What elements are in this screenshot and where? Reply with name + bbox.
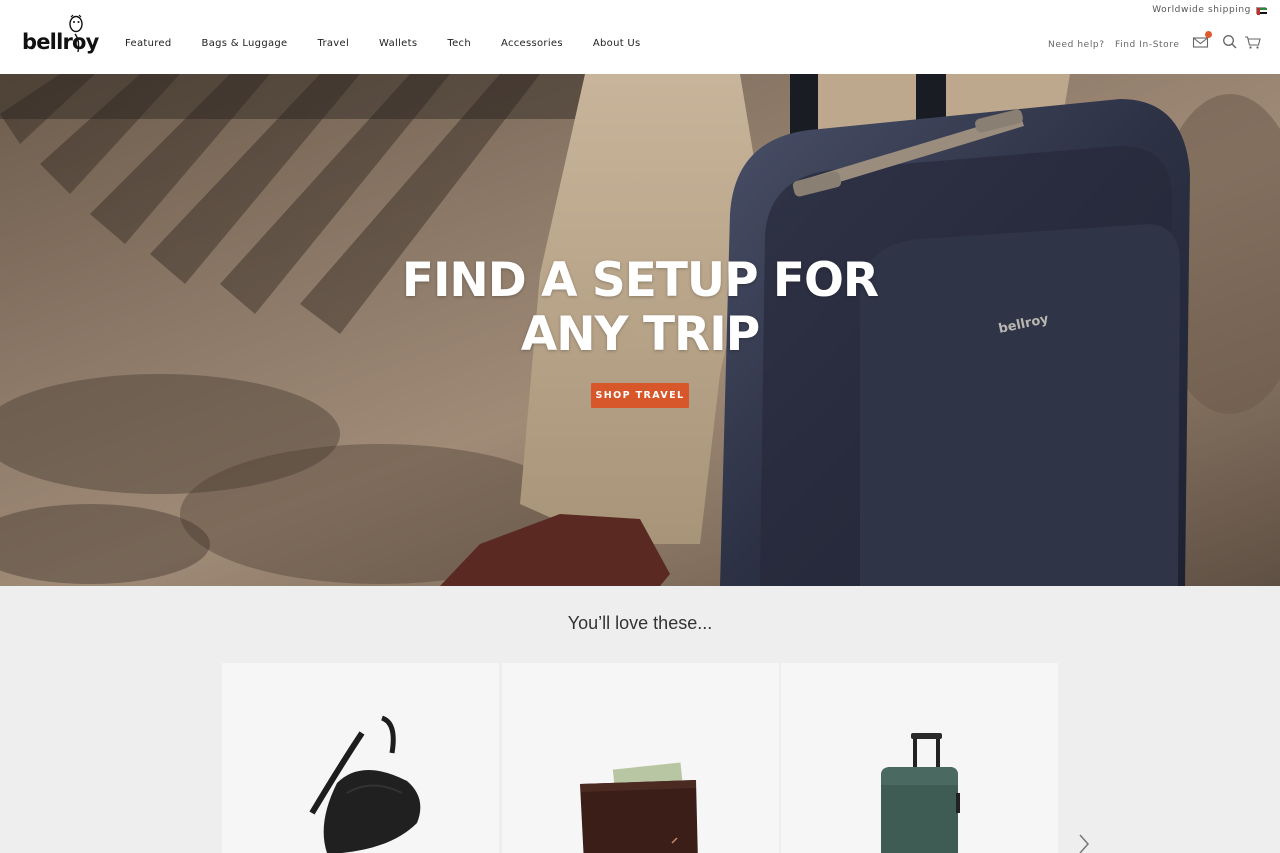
shipping-text: Worldwide shipping <box>1152 5 1251 15</box>
product-card-wallet[interactable] <box>502 663 779 853</box>
hero-line-1: FIND A SETUP FOR <box>401 253 879 308</box>
main-nav: Featured Bags & Luggage Travel Wallets T… <box>125 38 641 49</box>
nav-travel[interactable]: Travel <box>318 38 350 49</box>
nav-about-us[interactable]: About Us <box>593 38 641 49</box>
notification-dot <box>1205 31 1212 38</box>
section-title: You’ll love these... <box>567 613 713 633</box>
suitcase-image <box>881 733 960 853</box>
flag-icon <box>1256 6 1267 15</box>
product-card-suitcase[interactable] <box>781 663 1058 853</box>
mail-icon[interactable] <box>1192 31 1212 51</box>
shop-travel-button[interactable]: SHOP TRAVEL <box>591 383 689 408</box>
product-section: You’ll love these... <box>0 586 1280 853</box>
hero-banner: bellroy FIND A SETUP FOR ANY TRIP SHOP T… <box>0 74 1280 586</box>
shipping-notice[interactable]: Worldwide shipping <box>1152 5 1267 15</box>
need-help-link[interactable]: Need help? <box>1048 40 1105 50</box>
find-in-store-link[interactable]: Find In-Store <box>1115 40 1180 50</box>
nav-accessories[interactable]: Accessories <box>501 38 563 49</box>
wallet-image <box>580 762 698 853</box>
cart-icon[interactable] <box>1244 33 1262 51</box>
carousel-next-arrow[interactable] <box>1074 833 1094 853</box>
hero-headline: FIND A SETUP FOR ANY TRIP <box>340 254 940 362</box>
nav-featured[interactable]: Featured <box>125 38 172 49</box>
hero-line-2: ANY TRIP <box>520 307 760 362</box>
site-header: Worldwide shipping bellroy Featured Bags… <box>0 0 1280 74</box>
logo[interactable]: bellroy <box>20 14 99 58</box>
nav-bags-luggage[interactable]: Bags & Luggage <box>202 38 288 49</box>
sling-bag-image <box>309 715 421 853</box>
product-card-sling[interactable] <box>222 663 499 853</box>
nav-wallets[interactable]: Wallets <box>379 38 417 49</box>
nav-tech[interactable]: Tech <box>447 38 471 49</box>
search-icon[interactable] <box>1221 33 1239 51</box>
logo-text: bellroy <box>22 30 99 54</box>
